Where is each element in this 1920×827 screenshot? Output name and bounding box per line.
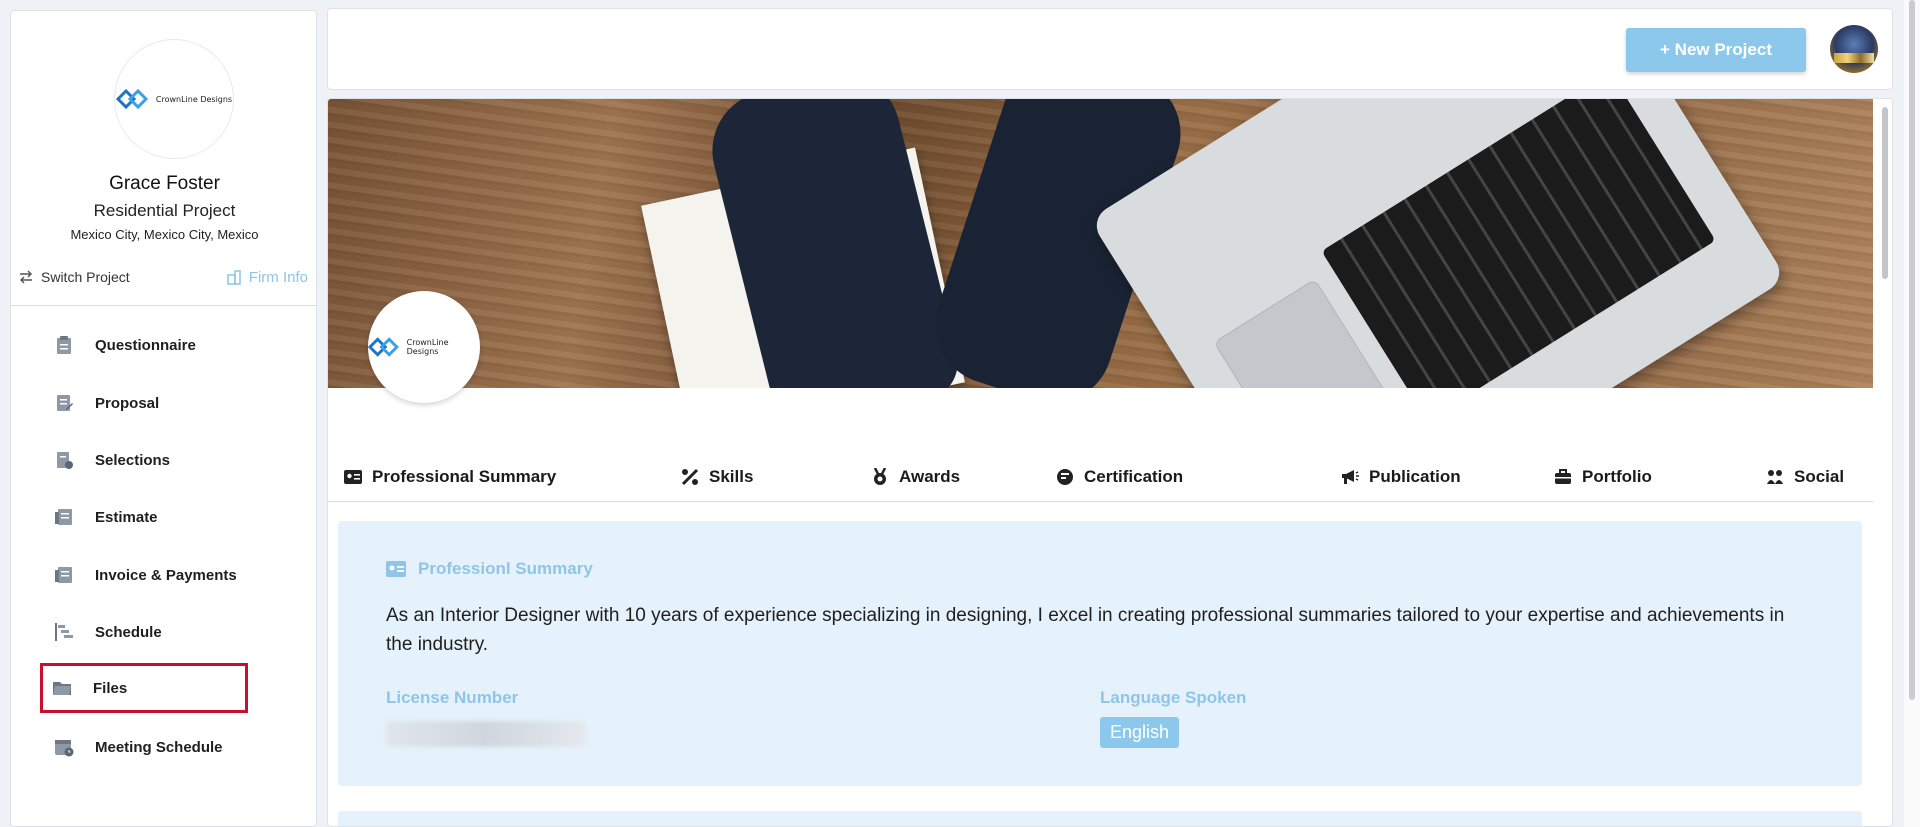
medal-icon [871,468,889,486]
id-card-icon [386,561,406,577]
sidebar-item-selections[interactable]: Selections [45,438,245,482]
tab-label: Social [1794,467,1845,486]
id-card-icon [344,468,362,486]
firm-info-link[interactable]: Firm Info [227,269,308,286]
sidebar-item-label: Selections [95,451,171,469]
profile-name: Grace Foster [109,173,220,194]
switch-project-button[interactable]: Switch Project [19,269,130,285]
sidebar-item-label: Meeting Schedule [95,738,223,756]
professional-summary-card: Professionl Summary As an Interior Desig… [338,521,1862,786]
sidebar-item-meeting-schedule[interactable]: Meeting Schedule [45,725,245,769]
tab-publication[interactable]: Publication [1341,467,1461,487]
gantt-icon [53,621,75,643]
clipboard-icon [53,334,75,356]
sidebar: CrownLine Designs Grace Foster Residenti… [10,10,317,827]
user-avatar[interactable] [1830,25,1878,73]
tabs-divider [328,501,1873,502]
crownline-logo-icon [368,337,399,357]
license-number-label: License Number [386,688,519,707]
project-location: Mexico City, Mexico City, Mexico [70,227,259,242]
tab-label: Awards [899,467,961,486]
logo-text: CrownLine Designs [155,94,233,104]
profile-tabs: Professional Summary Skills Awards Certi… [344,455,1874,499]
sidebar-item-schedule[interactable]: Schedule [45,610,245,654]
summary-heading: Professionl Summary [386,559,593,579]
tab-skills[interactable]: Skills [681,467,753,487]
sidebar-item-proposal[interactable]: Proposal [45,381,245,425]
building-icon [227,270,241,285]
tab-certification[interactable]: Certification [1056,467,1183,487]
calendar-icon [53,736,75,758]
next-section-card [338,811,1862,826]
sidebar-item-label: Proposal [95,394,160,412]
tab-portfolio[interactable]: Portfolio [1554,467,1652,487]
certificate-icon [1056,468,1074,486]
crownline-logo-icon [115,88,149,110]
summary-text: As an Interior Designer with 10 years of… [386,605,1785,655]
tab-label: Skills [709,467,754,486]
sidebar-item-label: Estimate [95,508,158,526]
sidebar-divider [11,305,316,306]
tab-awards[interactable]: Awards [871,467,960,487]
briefcase-icon [1554,468,1572,486]
receipt-icon [53,506,75,528]
megaphone-icon [1341,468,1359,486]
license-number-value-redacted [386,721,586,747]
summary-title: Professionl Summary [418,559,593,578]
sidebar-item-files[interactable]: Files [40,663,248,713]
document-edit-icon [53,392,75,414]
switch-project-label: Switch Project [41,269,130,285]
sidebar-item-estimate[interactable]: Estimate [45,495,245,539]
sidebar-item-label: Files [93,679,128,697]
tab-professional-summary[interactable]: Professional Summary [344,467,556,487]
people-icon [1766,468,1784,486]
language-tag: English [1100,717,1180,748]
page-scrollbar[interactable] [1904,0,1920,827]
tab-label: Publication [1369,467,1461,486]
cover-banner-image [328,99,1873,388]
swap-arrows-icon [20,270,32,284]
sidebar-item-invoice-payments[interactable]: Invoice & Payments [45,553,245,597]
invoice-icon [53,564,75,586]
tools-icon [681,468,699,486]
document-check-icon [53,449,75,471]
sidebar-item-questionnaire[interactable]: Questionnaire [45,323,245,367]
profile-main: CrownLine Designs Professional Summary S… [327,98,1893,827]
tab-label: Certification [1084,467,1184,486]
logo-text: CrownLine Designs [406,338,449,356]
firm-info-label: Firm Info [248,269,308,286]
top-header: + New Project [327,8,1893,90]
sidebar-item-label: Schedule [95,623,162,641]
tab-label: Professional Summary [372,467,557,486]
company-logo: CrownLine Designs [114,39,234,159]
project-name: Residential Project [93,201,236,220]
sidebar-item-label: Questionnaire [95,336,196,354]
tab-social[interactable]: Social [1766,467,1844,487]
folder-icon [51,677,73,699]
sidebar-item-label: Invoice & Payments [95,566,237,584]
company-profile-logo: CrownLine Designs [368,291,480,403]
new-project-button[interactable]: + New Project [1626,28,1806,72]
tab-label: Portfolio [1582,467,1652,486]
content-scrollbar[interactable] [1878,99,1892,826]
language-spoken-label: Language Spoken [1100,688,1247,707]
